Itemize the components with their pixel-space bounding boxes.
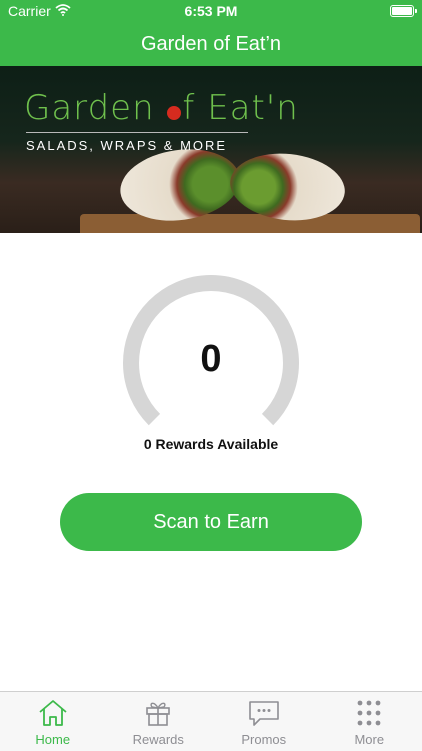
battery-icon bbox=[390, 5, 414, 17]
page-title: Garden of Eat’n bbox=[141, 33, 281, 56]
tab-rewards[interactable]: Rewards bbox=[106, 692, 212, 751]
navigation-bar: Garden of Eat’n bbox=[0, 22, 422, 66]
brand-logo: Garden f Eat'n bbox=[24, 88, 299, 128]
brand-text-right: f Eat'n bbox=[182, 88, 298, 128]
gift-icon bbox=[142, 697, 174, 729]
tab-home[interactable]: Home bbox=[0, 692, 106, 751]
tab-more-label: More bbox=[354, 732, 384, 747]
brand-tagline: SALADS, WRAPS & MORE bbox=[26, 138, 227, 153]
points-value: 0 bbox=[122, 274, 300, 444]
cutting-board-image bbox=[80, 214, 420, 233]
status-bar: Carrier 6:53 PM bbox=[0, 0, 422, 22]
rewards-gauge: 0 bbox=[122, 274, 300, 452]
battery-level bbox=[392, 7, 412, 15]
home-icon bbox=[37, 697, 69, 729]
tab-bar: Home Rewards Promos bbox=[0, 691, 422, 751]
status-time: 6:53 PM bbox=[0, 3, 422, 19]
tab-more[interactable]: More bbox=[317, 692, 422, 751]
rewards-available-label: 0 Rewards Available bbox=[0, 436, 422, 452]
dots-grid-icon bbox=[353, 697, 385, 729]
scan-to-earn-button[interactable]: Scan to Earn bbox=[60, 493, 362, 551]
tab-promos[interactable]: Promos bbox=[211, 692, 317, 751]
brand-divider bbox=[26, 132, 248, 133]
chat-icon bbox=[248, 697, 280, 729]
tab-home-label: Home bbox=[35, 732, 70, 747]
tab-promos-label: Promos bbox=[241, 732, 286, 747]
hero-banner: Garden f Eat'n SALADS, WRAPS & MORE bbox=[0, 66, 422, 233]
brand-text-left: Garden bbox=[24, 88, 166, 128]
apple-icon bbox=[167, 106, 181, 120]
tab-rewards-label: Rewards bbox=[133, 732, 184, 747]
